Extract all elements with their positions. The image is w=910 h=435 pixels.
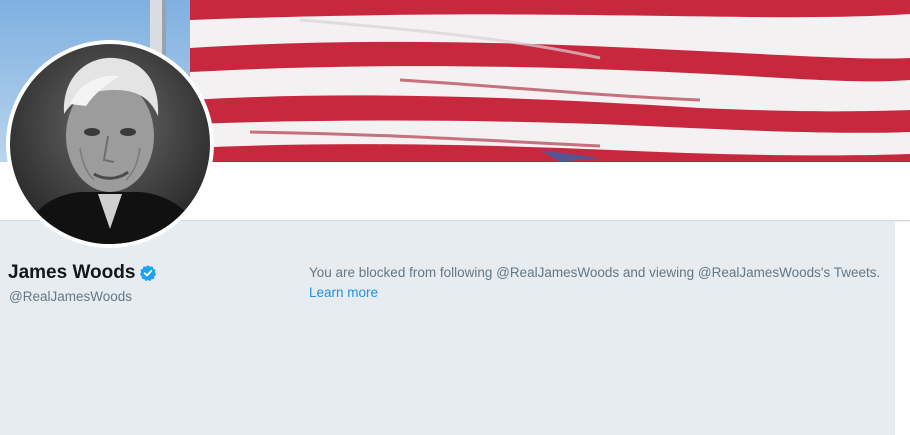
verified-badge-icon (139, 264, 157, 282)
profile-handle[interactable]: @RealJamesWoods (9, 289, 132, 304)
avatar-photo (10, 44, 210, 244)
profile-avatar[interactable] (6, 40, 214, 248)
profile-name-row: James Woods (8, 262, 157, 284)
learn-more-link[interactable]: Learn more (309, 285, 378, 300)
blocked-notice-text: You are blocked from following @RealJame… (309, 265, 881, 280)
profile-display-name[interactable]: James Woods (8, 262, 135, 284)
profile-content-area (0, 221, 895, 435)
right-column-edge (895, 232, 910, 435)
